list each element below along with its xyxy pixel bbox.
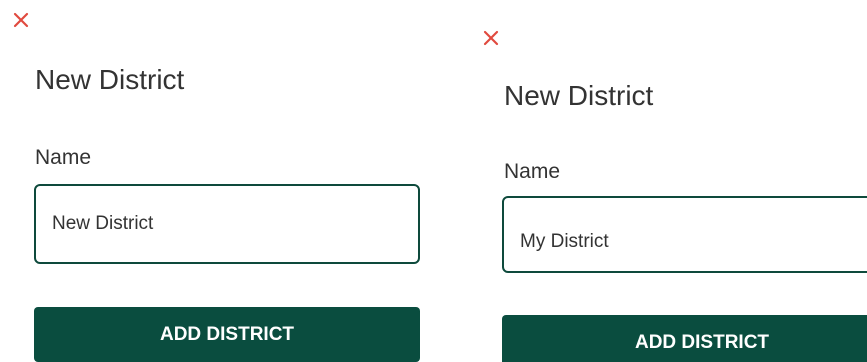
name-input[interactable] bbox=[34, 184, 420, 264]
dialog-title: New District bbox=[504, 80, 654, 111]
name-label: Name bbox=[35, 146, 92, 169]
new-district-dialog-1: New District Name ADD DISTRICT bbox=[0, 0, 440, 362]
new-district-dialog-2: New District Name ADD DISTRICT bbox=[470, 0, 867, 362]
add-district-button[interactable]: ADD DISTRICT bbox=[502, 315, 867, 362]
name-label: Name bbox=[504, 160, 561, 183]
add-district-button[interactable]: ADD DISTRICT bbox=[34, 307, 420, 362]
screenshot-canvas: New District Name ADD DISTRICT New Distr… bbox=[0, 0, 867, 362]
dialog-title: New District bbox=[35, 64, 185, 95]
name-input[interactable] bbox=[502, 196, 867, 273]
close-icon[interactable] bbox=[482, 29, 500, 47]
close-icon[interactable] bbox=[12, 11, 30, 29]
